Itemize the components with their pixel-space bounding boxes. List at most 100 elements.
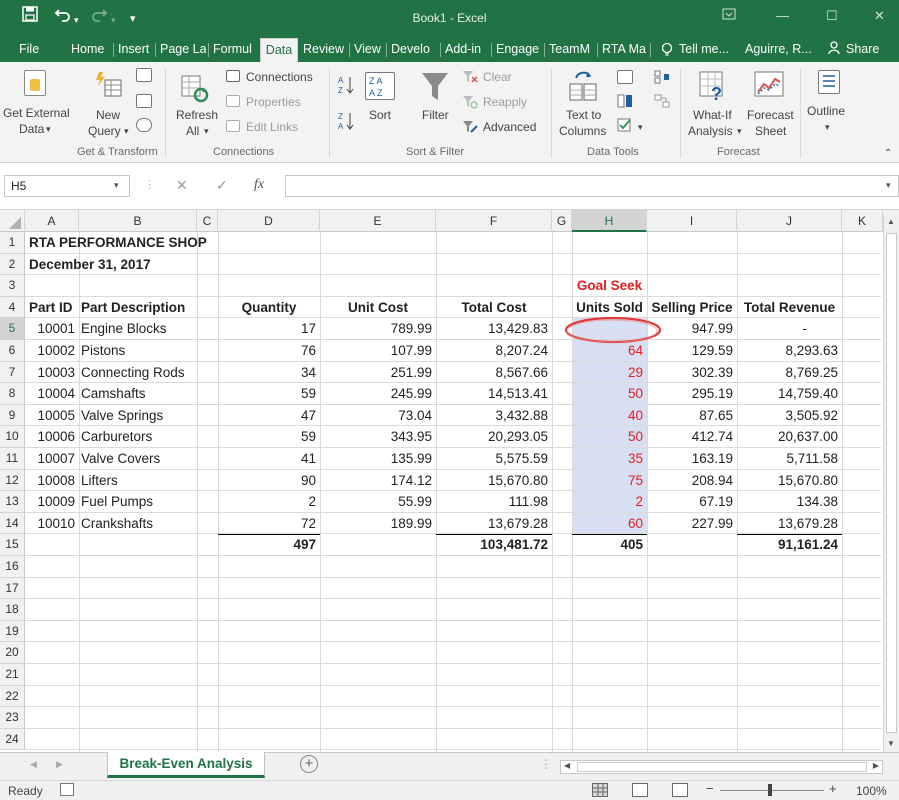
- scroll-thumb[interactable]: [886, 233, 897, 733]
- tell-me-search[interactable]: Tell me...: [679, 38, 741, 62]
- zoom-slider-thumb[interactable]: [768, 784, 772, 796]
- header-unit-cost[interactable]: Unit Cost: [320, 297, 436, 318]
- cell-quantity[interactable]: 47: [218, 405, 316, 426]
- cell-units-sold[interactable]: 2: [572, 491, 643, 512]
- outline-button[interactable]: Outline: [807, 104, 845, 119]
- cell-part-description[interactable]: Carburetors: [81, 426, 221, 447]
- cell-quantity[interactable]: 2: [218, 491, 316, 512]
- cell-total-cost[interactable]: 8,207.24: [436, 340, 548, 361]
- column-header[interactable]: B: [79, 210, 197, 232]
- tab-data[interactable]: Data: [260, 38, 298, 63]
- chevron-down-icon[interactable]: ▾: [114, 180, 119, 191]
- row-header[interactable]: 17: [0, 577, 25, 600]
- zoom-in-icon[interactable]: +: [829, 781, 837, 796]
- header-total-revenue[interactable]: Total Revenue: [737, 297, 842, 318]
- insert-function-icon[interactable]: fx: [254, 177, 264, 193]
- cell-unit-cost[interactable]: 107.99: [320, 340, 432, 361]
- from-table-icon[interactable]: [136, 94, 152, 108]
- cell-part-description[interactable]: Connecting Rods: [81, 362, 221, 383]
- what-if-analysis-button[interactable]: What-If: [693, 108, 732, 123]
- tab-file[interactable]: File: [19, 38, 49, 62]
- row-header[interactable]: 16: [0, 556, 25, 578]
- page-break-view-icon[interactable]: [672, 783, 688, 797]
- cell-total-revenue[interactable]: 20,637.00: [737, 426, 838, 447]
- sheet-tab-break-even-analysis[interactable]: Break-Even Analysis: [107, 752, 265, 778]
- cell-part-description[interactable]: Pistons: [81, 340, 221, 361]
- row-header[interactable]: 6: [0, 340, 25, 362]
- row-header[interactable]: 11: [0, 448, 25, 470]
- column-header[interactable]: D: [218, 210, 320, 232]
- cell-unit-cost[interactable]: 135.99: [320, 448, 432, 469]
- header-part-description[interactable]: Part Description: [81, 297, 185, 318]
- cell-units-sold[interactable]: 50: [572, 426, 643, 447]
- tab-developer[interactable]: Develo: [391, 38, 439, 62]
- tab-teamm[interactable]: TeamM: [549, 38, 595, 62]
- cell-part-id[interactable]: 10007: [29, 448, 75, 469]
- row-header[interactable]: 3: [0, 275, 25, 297]
- column-header[interactable]: C: [197, 210, 218, 232]
- cell-total-cost[interactable]: 13,429.83: [436, 318, 548, 339]
- scroll-right-icon[interactable]: ▶: [873, 761, 879, 770]
- cell-part-description[interactable]: Camshafts: [81, 383, 221, 404]
- header-selling-price[interactable]: Selling Price: [647, 297, 737, 318]
- cell-unit-cost[interactable]: 189.99: [320, 513, 432, 534]
- cell-selling-price[interactable]: 227.99: [647, 513, 733, 534]
- header-part-id[interactable]: Part ID: [29, 297, 73, 318]
- cell-total-cost[interactable]: 13,679.28: [436, 513, 548, 534]
- row-header[interactable]: 9: [0, 404, 25, 427]
- cell-total-revenue[interactable]: 14,759.40: [737, 383, 838, 404]
- prev-sheet-icon[interactable]: ◀: [30, 759, 37, 770]
- cell-quantity[interactable]: 59: [218, 426, 316, 447]
- scroll-up-icon[interactable]: ▲: [887, 217, 895, 226]
- row-header[interactable]: 4: [0, 296, 25, 319]
- cell-units-sold[interactable]: 75: [572, 470, 643, 491]
- cell-selling-price[interactable]: 412.74: [647, 426, 733, 447]
- sort-button[interactable]: Sort: [369, 108, 391, 123]
- row-header[interactable]: 15: [0, 534, 25, 556]
- row-header[interactable]: 22: [0, 685, 25, 708]
- row-header[interactable]: 14: [0, 512, 25, 535]
- total-total-revenue[interactable]: 91,161.24: [737, 534, 838, 555]
- total-quantity[interactable]: 497: [218, 534, 316, 555]
- cell-part-id[interactable]: 10003: [29, 362, 75, 383]
- connections-button[interactable]: Connections: [246, 70, 313, 85]
- enter-icon[interactable]: ✓: [216, 177, 228, 194]
- row-header[interactable]: 13: [0, 491, 25, 513]
- worksheet-grid[interactable]: RTA PERFORMANCE SHOP December 31, 2017 G…: [25, 232, 881, 752]
- cell-unit-cost[interactable]: 174.12: [320, 470, 432, 491]
- cell-unit-cost[interactable]: 789.99: [320, 318, 432, 339]
- cell-unit-cost[interactable]: 73.04: [320, 405, 432, 426]
- consolidate-icon[interactable]: [654, 70, 670, 84]
- tab-insert[interactable]: Insert: [118, 38, 158, 62]
- cell-total-cost[interactable]: 15,670.80: [436, 470, 548, 491]
- cell-total-revenue[interactable]: 8,293.63: [737, 340, 838, 361]
- cell-unit-cost[interactable]: 245.99: [320, 383, 432, 404]
- cell-total-cost[interactable]: 3,432.88: [436, 405, 548, 426]
- cell-quantity[interactable]: 90: [218, 470, 316, 491]
- cell-total-cost[interactable]: 20,293.05: [436, 426, 548, 447]
- total-units-sold[interactable]: 405: [572, 534, 643, 555]
- sheet-title[interactable]: RTA PERFORMANCE SHOP: [29, 232, 207, 253]
- cell-selling-price[interactable]: 295.19: [647, 383, 733, 404]
- cell-total-revenue[interactable]: 5,711.58: [737, 448, 838, 469]
- user-account[interactable]: Aguirre, R...: [745, 38, 815, 62]
- column-header[interactable]: H: [572, 210, 647, 232]
- expand-formula-icon[interactable]: ▾: [886, 180, 891, 191]
- row-header[interactable]: 23: [0, 707, 25, 729]
- cell-units-sold[interactable]: 35: [572, 448, 643, 469]
- cell-part-id[interactable]: 10002: [29, 340, 75, 361]
- cell-total-cost[interactable]: 14,513.41: [436, 383, 548, 404]
- cell-quantity[interactable]: 34: [218, 362, 316, 383]
- cell-unit-cost[interactable]: 251.99: [320, 362, 432, 383]
- minimize-icon[interactable]: —: [776, 8, 789, 23]
- cell-selling-price[interactable]: 163.19: [647, 448, 733, 469]
- cell-part-description[interactable]: Valve Covers: [81, 448, 221, 469]
- cell-total-revenue[interactable]: 15,670.80: [737, 470, 838, 491]
- hscroll-thumb[interactable]: [577, 762, 867, 772]
- add-sheet-icon[interactable]: +: [300, 755, 318, 773]
- cell-units-sold[interactable]: 50: [572, 383, 643, 404]
- cell-selling-price[interactable]: 67.19: [647, 491, 733, 512]
- header-total-cost[interactable]: Total Cost: [436, 297, 552, 318]
- name-box[interactable]: H5: [4, 175, 130, 197]
- cell-selling-price[interactable]: 208.94: [647, 470, 733, 491]
